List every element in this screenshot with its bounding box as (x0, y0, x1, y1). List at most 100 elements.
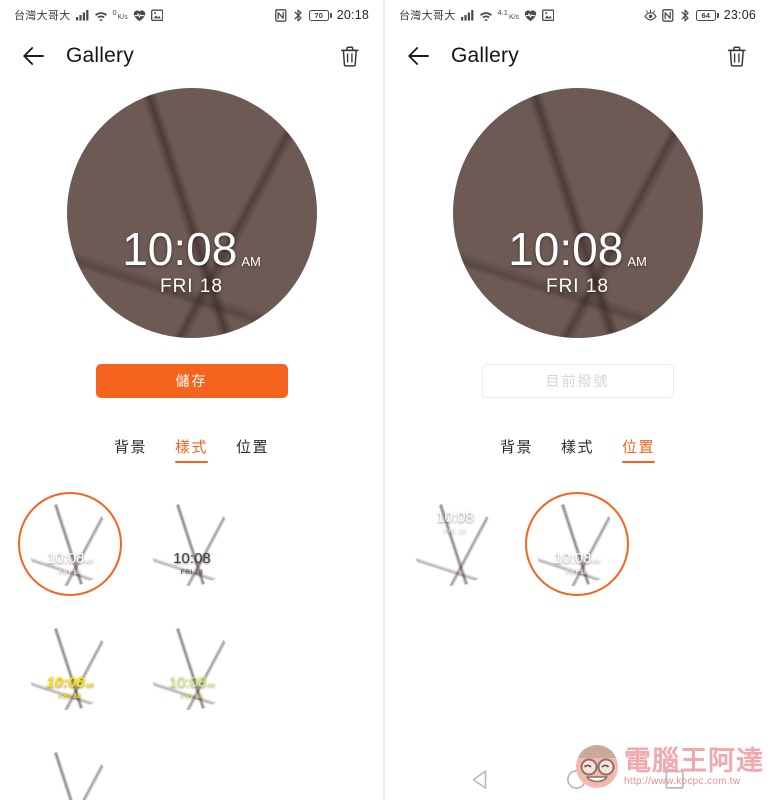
watchface-option-0[interactable]: 10:08 AM FRI 18 (22, 489, 118, 599)
watchface-time-row: 10:08AM (46, 675, 93, 690)
data-rate-value: 0 (112, 8, 117, 17)
watchface-option-thumbnail: 10:08 FRI 18 (150, 502, 234, 586)
status-bar: 台灣大哥大 4.1 K/s 64 23:06 (385, 0, 770, 30)
watchface-time-block: 10:08AM FRI 18 (535, 550, 619, 576)
watchface-time-row: 10:08AM (508, 226, 647, 272)
watchface-preview[interactable]: 10:08 AM FRI 18 (452, 88, 703, 338)
wifi-icon (479, 9, 493, 22)
tab-bar: 背景 樣式 位置 (385, 436, 770, 463)
status-bar-clock: 20:18 (336, 8, 369, 22)
trash-icon[interactable] (726, 45, 748, 68)
watchface-time-row: 10:08AM (554, 551, 600, 566)
nav-recents-square-icon[interactable] (665, 770, 684, 789)
status-bar-clock: 23:06 (723, 8, 756, 22)
save-button[interactable]: 儲存 (95, 364, 288, 398)
dual-screenshot-container: 台灣大哥大 0 K/s 70 20:18 Gallery 10:08 AM FRI 18 儲存 背景… (0, 0, 770, 800)
watchface-preview-area: 10:08 AM FRI 18 (0, 88, 383, 338)
watchface-preview[interactable]: 10:08 AM FRI 18 (66, 88, 317, 338)
watchface-ampm: AM (85, 682, 94, 689)
nav-recents-button[interactable] (665, 770, 684, 789)
back-arrow-icon[interactable] (407, 45, 431, 67)
watchface-option-thumbnail: 10:08 FRI 18 (413, 502, 497, 586)
battery-level: 70 (308, 9, 329, 21)
tab-1[interactable]: 樣式 (174, 436, 209, 463)
watchface-option-3[interactable]: 10:08 AM FRI 18 (144, 613, 240, 723)
current-dial-button[interactable]: 目前撥號 (481, 364, 674, 398)
watchface-background-photo (66, 88, 317, 338)
tab-0[interactable]: 背景 (114, 436, 147, 463)
watchface-time-block: 10:08AM FRI 18 (28, 674, 112, 700)
data-rate-unit: K/s (117, 14, 128, 21)
nav-home-button[interactable] (566, 769, 587, 790)
status-bar-left: 台灣大哥大 4.1 K/s (399, 7, 555, 23)
battery-level: 64 (695, 9, 716, 21)
watchface-option-4[interactable]: 10:08AMFRI 18 (22, 737, 118, 800)
watchface-hours-minutes: 10:08 (122, 223, 238, 275)
data-rate-indicator: 4.1 K/s (498, 9, 520, 21)
watchface-hours-minutes: 10:08 (46, 549, 85, 567)
signal-bars-icon (75, 9, 89, 21)
tab-2[interactable]: 位置 (622, 436, 656, 463)
screenshot-icon (150, 9, 163, 21)
signal-bars-icon (460, 9, 474, 21)
system-navigation-bar (385, 758, 770, 800)
action-button-area: 儲存 (0, 364, 383, 398)
carrier-name: 台灣大哥大 (399, 10, 456, 22)
bluetooth-icon (292, 9, 304, 22)
status-bar: 台灣大哥大 0 K/s 70 20:18 (0, 0, 383, 30)
watchface-option-grid: 10:08 FRI 18 10:08 AM FRI 18 (385, 489, 770, 599)
watchface-option-thumbnail: 10:08AMFRI 18 (150, 626, 234, 710)
watchface-date: FRI 18 (58, 692, 82, 700)
watchface-option-thumbnail: 10:08AMFRI 18 (28, 502, 112, 586)
back-button[interactable] (22, 45, 46, 67)
watchface-hours-minutes: 10:08 (168, 673, 207, 691)
back-arrow-icon[interactable] (22, 45, 46, 67)
page-title: Gallery (451, 44, 519, 67)
watchface-date: FRI 18 (180, 692, 204, 700)
watchface-option-thumbnail: 10:08AM FRI 18 (535, 502, 619, 586)
tab-bar: 背景 樣式 位置 (0, 436, 383, 463)
watchface-date: FRI 18 (58, 568, 82, 576)
battery-indicator: 70 (308, 9, 332, 21)
back-button[interactable] (407, 45, 431, 67)
data-rate-unit: K/s (508, 14, 520, 21)
eye-comfort-icon (644, 8, 657, 22)
watchface-ampm: AM (241, 254, 261, 269)
watchface-hours-minutes: 10:08 (508, 223, 624, 275)
delete-button[interactable] (726, 45, 748, 68)
data-rate-value: 4.1 (497, 8, 508, 17)
bluetooth-icon (679, 9, 691, 22)
delete-button[interactable] (339, 45, 361, 68)
heart-rate-icon (133, 9, 146, 22)
watchface-background-photo (452, 88, 703, 338)
tab-0[interactable]: 背景 (500, 436, 533, 463)
nfc-icon (274, 8, 287, 22)
watchface-time-block: 10:08AMFRI 18 (453, 226, 703, 298)
watchface-option-thumbnail: 10:08AMFRI 18 (28, 750, 112, 800)
wifi-icon (94, 9, 108, 22)
data-rate-indicator: 0 K/s (113, 9, 128, 21)
watchface-ampm: AM (85, 558, 94, 565)
trash-icon[interactable] (339, 45, 361, 68)
watchface-option-2[interactable]: 10:08 AM FRI 18 (22, 613, 118, 723)
watchface-date: FRI 18 (443, 527, 467, 535)
watchface-option-0[interactable]: 10:08 FRI 18 (407, 489, 503, 599)
watchface-date: FRI 18 (180, 568, 204, 576)
watchface-time-row: 10:08AM (122, 226, 261, 272)
nav-home-circle-icon[interactable] (566, 769, 587, 790)
battery-indicator: 64 (695, 9, 719, 21)
watchface-option-1[interactable]: 10:08 FRI 18 (144, 489, 240, 599)
watchface-date: FRI 18 (565, 568, 589, 576)
nfc-icon (661, 8, 674, 22)
status-bar-right: 70 20:18 (274, 8, 369, 22)
tab-1[interactable]: 樣式 (561, 436, 594, 463)
tab-2[interactable]: 位置 (236, 436, 269, 463)
page-title: Gallery (66, 44, 134, 67)
watchface-time-block: 10:08AMFRI 18 (67, 226, 317, 298)
nav-back-triangle-icon[interactable] (471, 769, 488, 790)
nav-back-button[interactable] (471, 769, 488, 790)
watchface-time-block: 10:08AMFRI 18 (28, 550, 112, 576)
watchface-hours-minutes: 10:08 (436, 508, 474, 526)
watchface-option-1[interactable]: 10:08 AM FRI 18 (529, 489, 625, 599)
watchface-preview-area: 10:08 AM FRI 18 (385, 88, 770, 338)
